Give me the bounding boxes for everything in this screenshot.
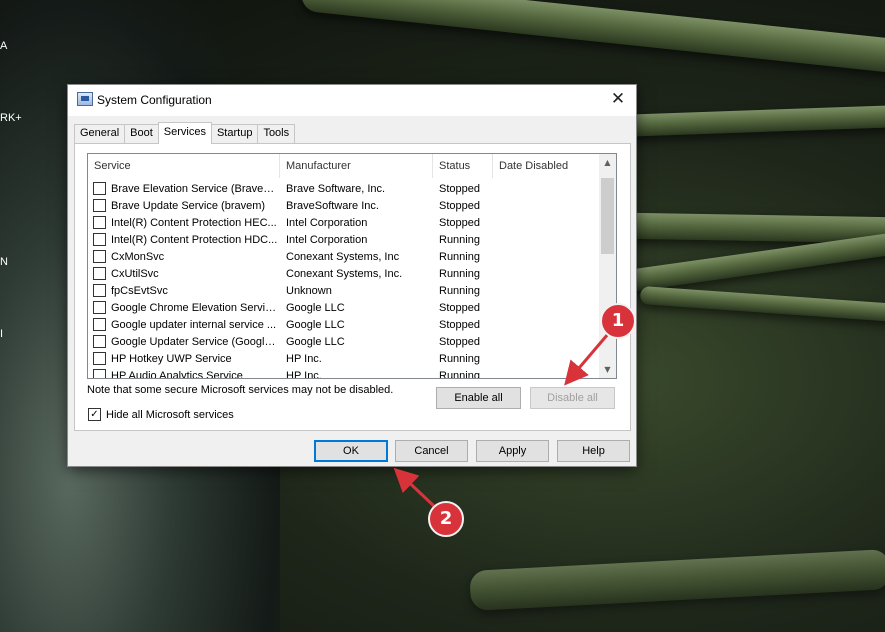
annotation-arrow-2 (393, 467, 437, 509)
tab-services[interactable]: Services (157, 122, 212, 144)
annotation-arrows (393, 333, 610, 509)
annotation-marker-1: 1 (600, 303, 636, 339)
annotation-marker-2: 2 (428, 501, 464, 537)
annotation-arrow-1 (564, 333, 610, 386)
